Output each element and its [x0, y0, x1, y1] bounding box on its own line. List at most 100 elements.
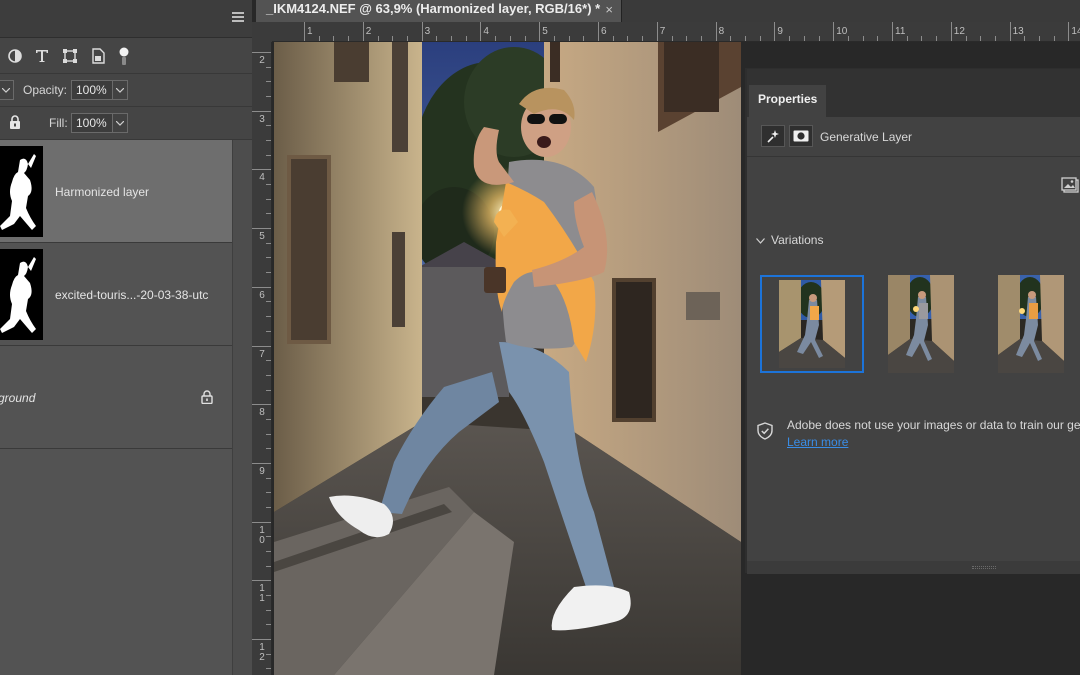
ruler-tick [252, 639, 271, 640]
variation-thumbnail-1[interactable] [760, 275, 864, 373]
panel-resize-grip[interactable] [747, 561, 1080, 574]
horizontal-ruler[interactable]: 1234567891011121314 [272, 22, 1080, 42]
ruler-tick [252, 169, 271, 171]
ruler-minor-tick [266, 389, 271, 391]
variations-section-toggle[interactable]: Variations [756, 233, 823, 247]
ruler-label: 9 [259, 465, 265, 477]
ruler-tick [252, 345, 271, 347]
layer-name: ground [0, 391, 36, 405]
ruler-minor-tick [266, 492, 271, 494]
opacity-dropdown[interactable] [112, 80, 128, 100]
ruler-minor-tick [745, 36, 746, 41]
lock-all-icon[interactable] [9, 115, 21, 132]
adjustment-filter-icon[interactable] [6, 47, 24, 65]
ruler-tick [480, 22, 482, 41]
fill-input[interactable]: 100% [71, 113, 113, 133]
variation-thumbnail-3[interactable] [998, 275, 1064, 373]
ruler-minor-tick [1039, 36, 1040, 41]
ruler-minor-tick [266, 565, 271, 567]
ruler-tick [304, 22, 305, 41]
document-tab-title: _IKM4124.NEF @ 63,9% (Harmonized layer, … [266, 1, 601, 16]
ruler-minor-tick [266, 668, 271, 670]
ruler-origin[interactable] [252, 22, 272, 42]
ruler-minor-tick [994, 36, 996, 41]
filter-toggle-icon[interactable] [115, 47, 133, 65]
shape-filter-icon[interactable] [61, 47, 79, 65]
ruler-minor-tick [266, 418, 271, 420]
tab-properties[interactable]: Properties [749, 85, 826, 117]
learn-more-link[interactable]: Learn more [787, 435, 848, 449]
ruler-minor-tick [1053, 36, 1055, 41]
opacity-label: Opacity: [23, 83, 68, 97]
ruler-minor-tick [266, 316, 271, 318]
layer-mask-icon[interactable] [789, 125, 813, 147]
layer-row-harmonized[interactable]: Harmonized layer [0, 140, 232, 243]
ruler-tick [421, 22, 423, 41]
ruler-minor-tick [266, 330, 271, 332]
generative-sparkle-icon[interactable] [761, 125, 785, 147]
ruler-tick [252, 286, 271, 288]
panel-menu-icon[interactable] [232, 12, 244, 22]
ruler-minor-tick [266, 81, 271, 83]
ruler-minor-tick [266, 448, 271, 450]
ruler-label: 3 [259, 113, 265, 125]
chevron-down-icon [756, 238, 765, 244]
close-tab-icon[interactable]: × [605, 2, 613, 17]
ruler-minor-tick [818, 36, 820, 41]
ruler-minor-tick [980, 36, 982, 41]
fill-dropdown[interactable] [112, 113, 128, 133]
vertical-ruler[interactable]: 2 3 4 5 6 7 8 9 10 11 12 [252, 42, 272, 675]
properties-panel: Properties Generative Layer Variations A… [745, 68, 1080, 574]
layers-scrollbar[interactable] [232, 140, 252, 675]
blend-mode-dropdown[interactable] [0, 80, 14, 100]
ruler-minor-tick [266, 433, 271, 435]
layer-row-background[interactable]: ground [0, 346, 232, 449]
ruler-minor-tick [877, 36, 879, 41]
canvas-image[interactable] [274, 42, 741, 675]
layer-thumbnail [0, 249, 43, 340]
image-reference-icon[interactable] [1061, 177, 1079, 196]
ruler-minor-tick [266, 140, 271, 142]
ruler-label: 8 [259, 407, 265, 419]
properties-tabbar: Properties [747, 69, 1080, 117]
ruler-minor-tick [1024, 36, 1026, 41]
shield-check-icon [757, 422, 773, 443]
variations-label: Variations [771, 233, 824, 247]
ruler-minor-tick [266, 609, 271, 611]
ruler-minor-tick [266, 242, 271, 244]
type-filter-icon[interactable] [33, 47, 51, 65]
ruler-tick [252, 110, 271, 112]
ruler-minor-tick [862, 36, 864, 41]
ruler-tick [362, 22, 364, 41]
ruler-label: 5 [259, 231, 265, 243]
smart-object-filter-icon[interactable] [89, 47, 107, 65]
ruler-tick [833, 22, 835, 41]
layers-panel-header [0, 0, 252, 38]
ruler-label: 9 [777, 26, 783, 37]
layer-name: excited-touris...-20-03-38-utc [55, 288, 209, 302]
ruler-tick [1009, 22, 1011, 41]
layer-row-excited-tourist[interactable]: excited-touris...-20-03-38-utc [0, 243, 232, 346]
ruler-minor-tick [266, 184, 271, 186]
ruler-label: 10 [259, 524, 265, 546]
ruler-tick [656, 22, 658, 41]
ruler-minor-tick [803, 36, 805, 41]
ruler-minor-tick [266, 198, 271, 200]
ruler-tick [539, 22, 541, 41]
layer-type-label: Generative Layer [820, 130, 913, 144]
ruler-minor-tick [266, 96, 271, 98]
ruler-tick [252, 228, 271, 230]
ruler-minor-tick [266, 653, 271, 655]
layer-thumbnail [0, 146, 43, 237]
tab-bar-fill [622, 0, 1080, 22]
ruler-minor-tick [759, 36, 761, 41]
ruler-minor-tick [266, 374, 271, 376]
ruler-minor-tick [266, 506, 271, 508]
variation-thumbnail-2[interactable] [888, 275, 954, 373]
ruler-label: 11 [259, 583, 265, 605]
ruler-tick [252, 580, 271, 582]
document-area: _IKM4124.NEF @ 63,9% (Harmonized layer, … [252, 0, 1080, 675]
document-tab[interactable]: _IKM4124.NEF @ 63,9% (Harmonized layer, … [256, 0, 622, 22]
lock-icon[interactable] [201, 390, 213, 407]
opacity-input[interactable]: 100% [71, 80, 113, 100]
